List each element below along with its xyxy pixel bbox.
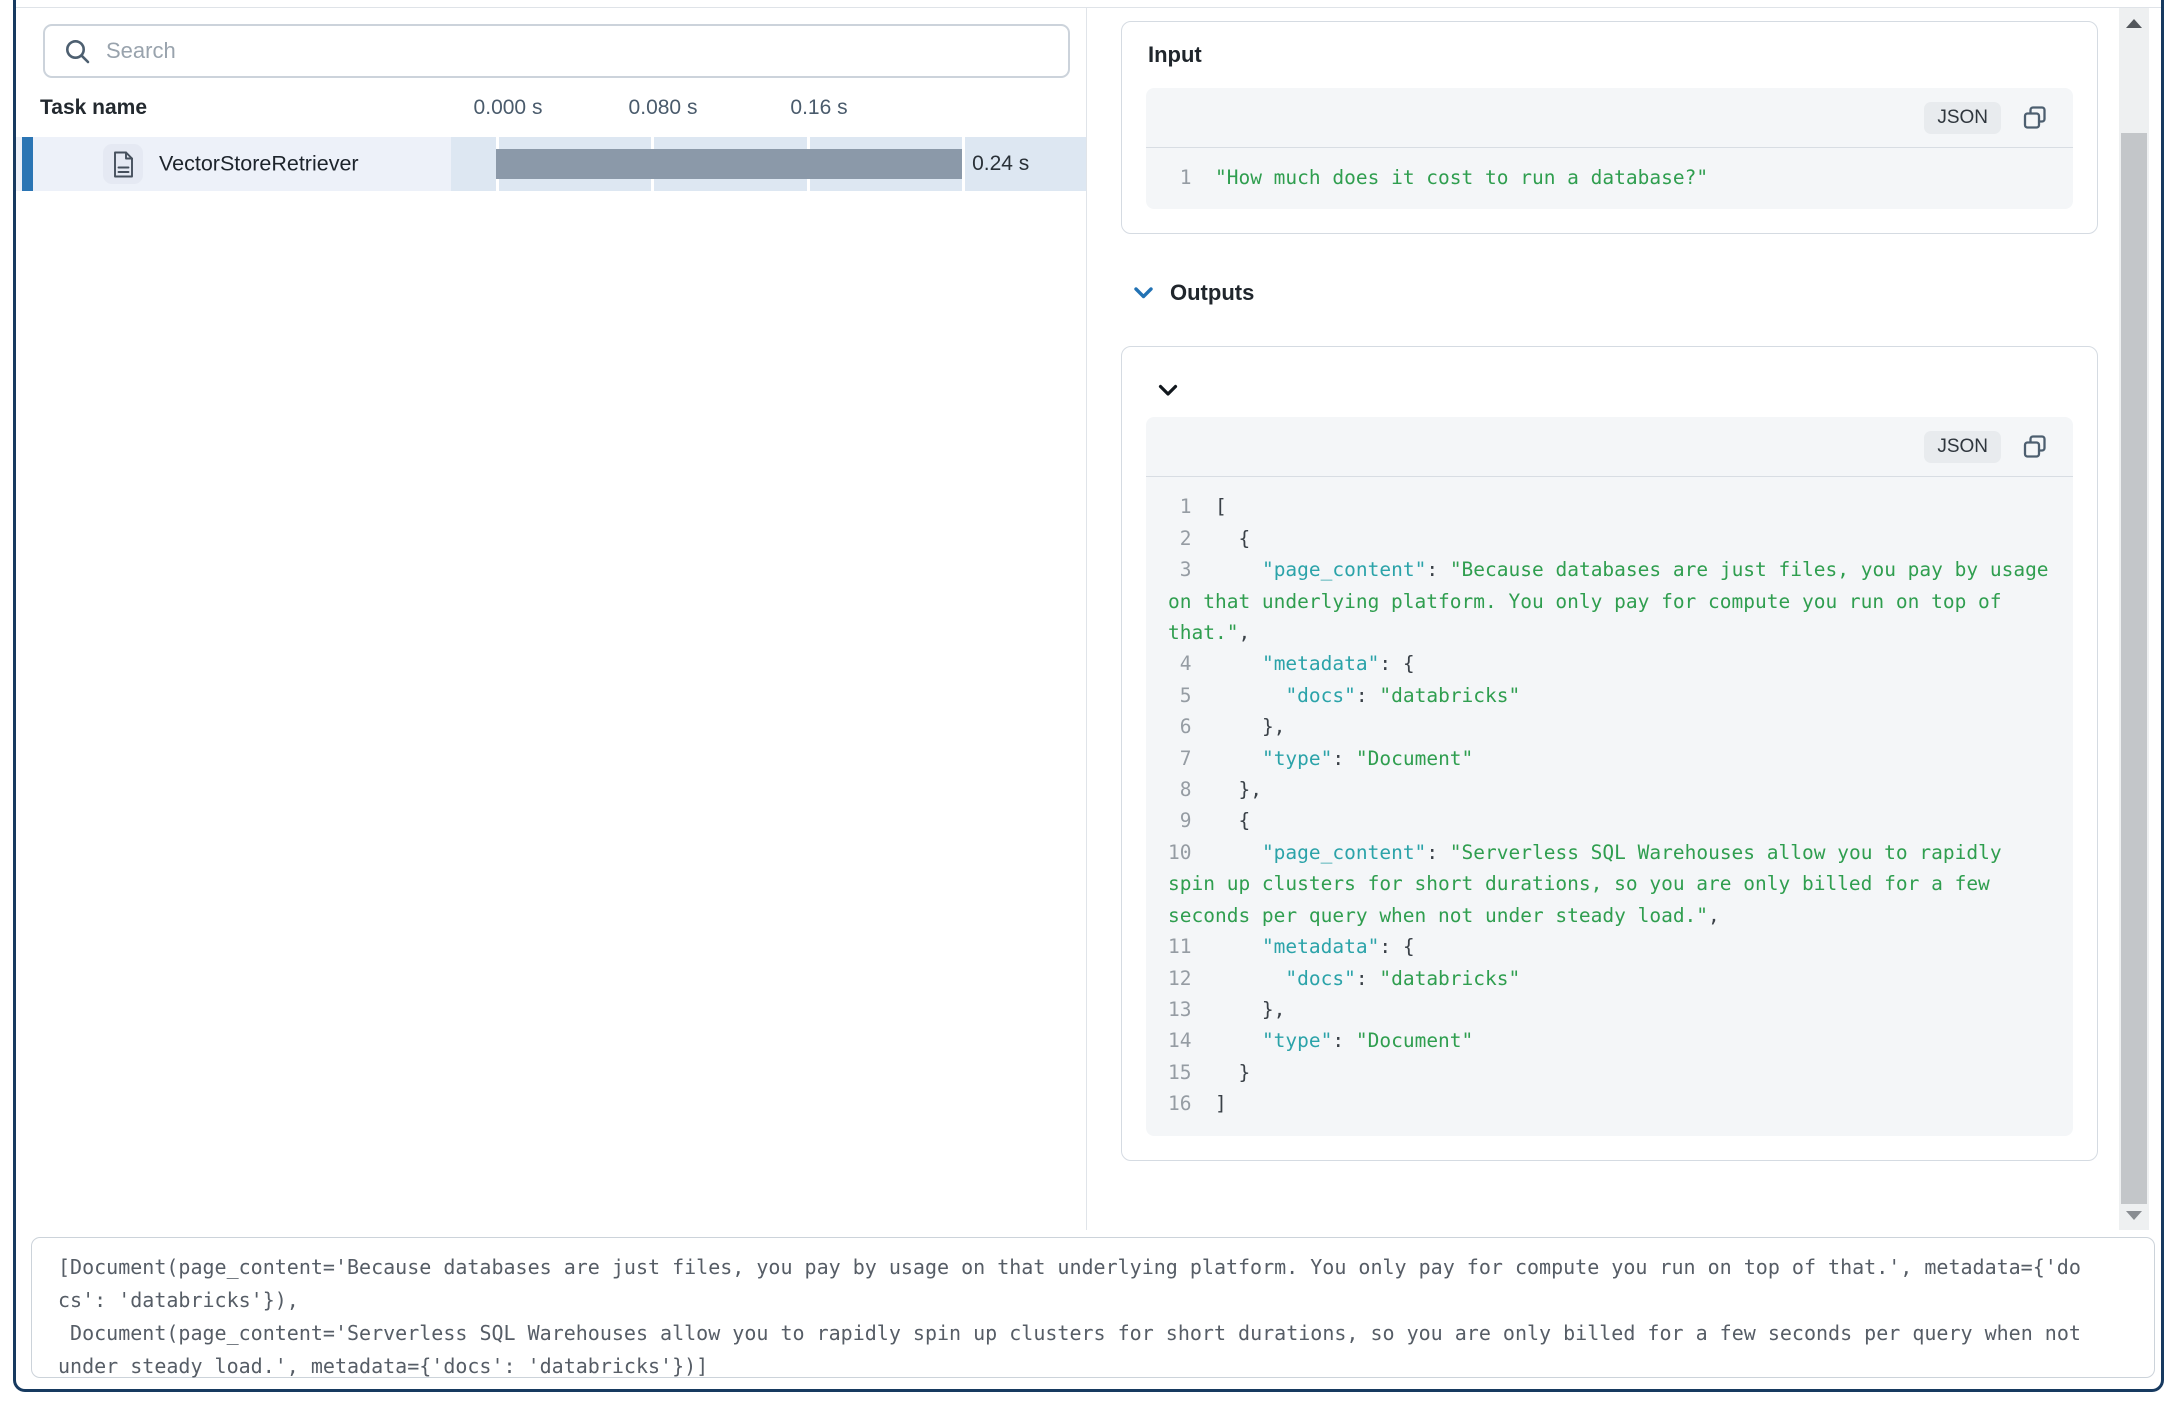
- code-line: 6 },: [1168, 711, 2051, 742]
- search-input[interactable]: [106, 38, 1049, 64]
- code-line: 13 },: [1168, 994, 2051, 1025]
- code-line: 14 "type": "Document": [1168, 1025, 2051, 1056]
- search-box: [43, 24, 1070, 78]
- code-line: 1 "How much does it cost to run a databa…: [1168, 162, 2051, 193]
- raw-output-panel: [Document(page_content='Because database…: [31, 1237, 2155, 1378]
- gantt-area: 0.24 s: [451, 137, 1086, 191]
- gantt-gridline: [962, 137, 965, 191]
- timeline-tick-label: 0.16 s: [790, 96, 847, 120]
- scroll-down-button[interactable]: [2119, 1202, 2149, 1228]
- task-name-column-header: Task name: [16, 96, 147, 120]
- code-line: 1 [: [1168, 491, 2051, 522]
- input-code-block: JSON 1 "How much does it cost to run a d…: [1146, 88, 2073, 209]
- scrollbar-thumb[interactable]: [2121, 133, 2147, 1204]
- selected-row-accent: [22, 137, 33, 191]
- document-icon: [103, 144, 143, 184]
- code-line: 3 "page_content": "Because databases are…: [1168, 554, 2051, 648]
- task-row-vectorstoreretriever[interactable]: VectorStoreRetriever 0.24 s: [16, 137, 1086, 191]
- outputs-section-title: Outputs: [1170, 280, 1254, 306]
- code-line: 2 {: [1168, 523, 2051, 554]
- code-line: 9 {: [1168, 805, 2051, 836]
- duration-bar: [496, 149, 962, 179]
- copy-button[interactable]: [2021, 433, 2049, 461]
- timeline-tick-label: 0.000 s: [474, 96, 543, 120]
- outputs-section-card: JSON 1 [ 2 { 3 "page_content": "Because …: [1121, 346, 2098, 1160]
- code-line: 7 "type": "Document": [1168, 743, 2051, 774]
- search-icon: [64, 38, 91, 65]
- chevron-down-icon: [1158, 384, 1178, 397]
- task-name-label: VectorStoreRetriever: [159, 152, 359, 177]
- copy-button[interactable]: [2021, 104, 2049, 132]
- chevron-down-icon: [1133, 286, 1154, 300]
- span-tree-panel: Task name 0.000 s 0.080 s 0.16 s VectorS…: [16, 8, 1087, 1230]
- arrow-down-icon: [2126, 1211, 2142, 1220]
- code-line: 4 "metadata": {: [1168, 648, 2051, 679]
- outputs-section-header: Outputs: [1133, 278, 2098, 308]
- outputs-collapse-button[interactable]: [1133, 286, 1154, 300]
- outputs-code-lines: 1 [ 2 { 3 "page_content": "Because datab…: [1146, 477, 2073, 1135]
- timeline-tick-label: 0.080 s: [629, 96, 698, 120]
- code-line: 10 "page_content": "Serverless SQL Wareh…: [1168, 837, 2051, 931]
- copy-icon: [2021, 104, 2049, 132]
- code-line: 16 ]: [1168, 1088, 2051, 1119]
- json-format-badge[interactable]: JSON: [1924, 102, 2001, 134]
- vertical-scrollbar[interactable]: [2119, 8, 2149, 1230]
- arrow-up-icon: [2126, 19, 2142, 28]
- code-line: 12 "docs": "databricks": [1168, 963, 2051, 994]
- input-code-lines: 1 "How much does it cost to run a databa…: [1146, 148, 2073, 209]
- tree-header: Task name 0.000 s 0.080 s 0.16 s: [16, 78, 1086, 137]
- span-details-panel: Input JSON 1 "How: [1087, 8, 2119, 1230]
- outputs-code-block: JSON 1 [ 2 { 3 "page_content": "Because …: [1146, 417, 2073, 1135]
- code-line: 15 }: [1168, 1057, 2051, 1088]
- outputs-code-toolbar: JSON: [1146, 417, 2073, 477]
- json-format-badge[interactable]: JSON: [1924, 431, 2001, 463]
- raw-output-text: [Document(page_content='Because database…: [58, 1251, 2086, 1383]
- main-area: Task name 0.000 s 0.080 s 0.16 s VectorS…: [16, 7, 2161, 1230]
- trace-viewer-frame: Task name 0.000 s 0.080 s 0.16 s VectorS…: [13, 0, 2164, 1392]
- code-line: 11 "metadata": {: [1168, 931, 2051, 962]
- copy-icon: [2021, 433, 2049, 461]
- scroll-up-button[interactable]: [2119, 10, 2149, 36]
- duration-label: 0.24 s: [972, 152, 1029, 176]
- input-code-toolbar: JSON: [1146, 88, 2073, 148]
- input-section-card: Input JSON 1 "How: [1121, 21, 2098, 234]
- code-line: 8 },: [1168, 774, 2051, 805]
- code-line: 5 "docs": "databricks": [1168, 680, 2051, 711]
- input-section-title: Input: [1148, 42, 2073, 68]
- outputs-item-collapse-button[interactable]: [1158, 384, 1178, 397]
